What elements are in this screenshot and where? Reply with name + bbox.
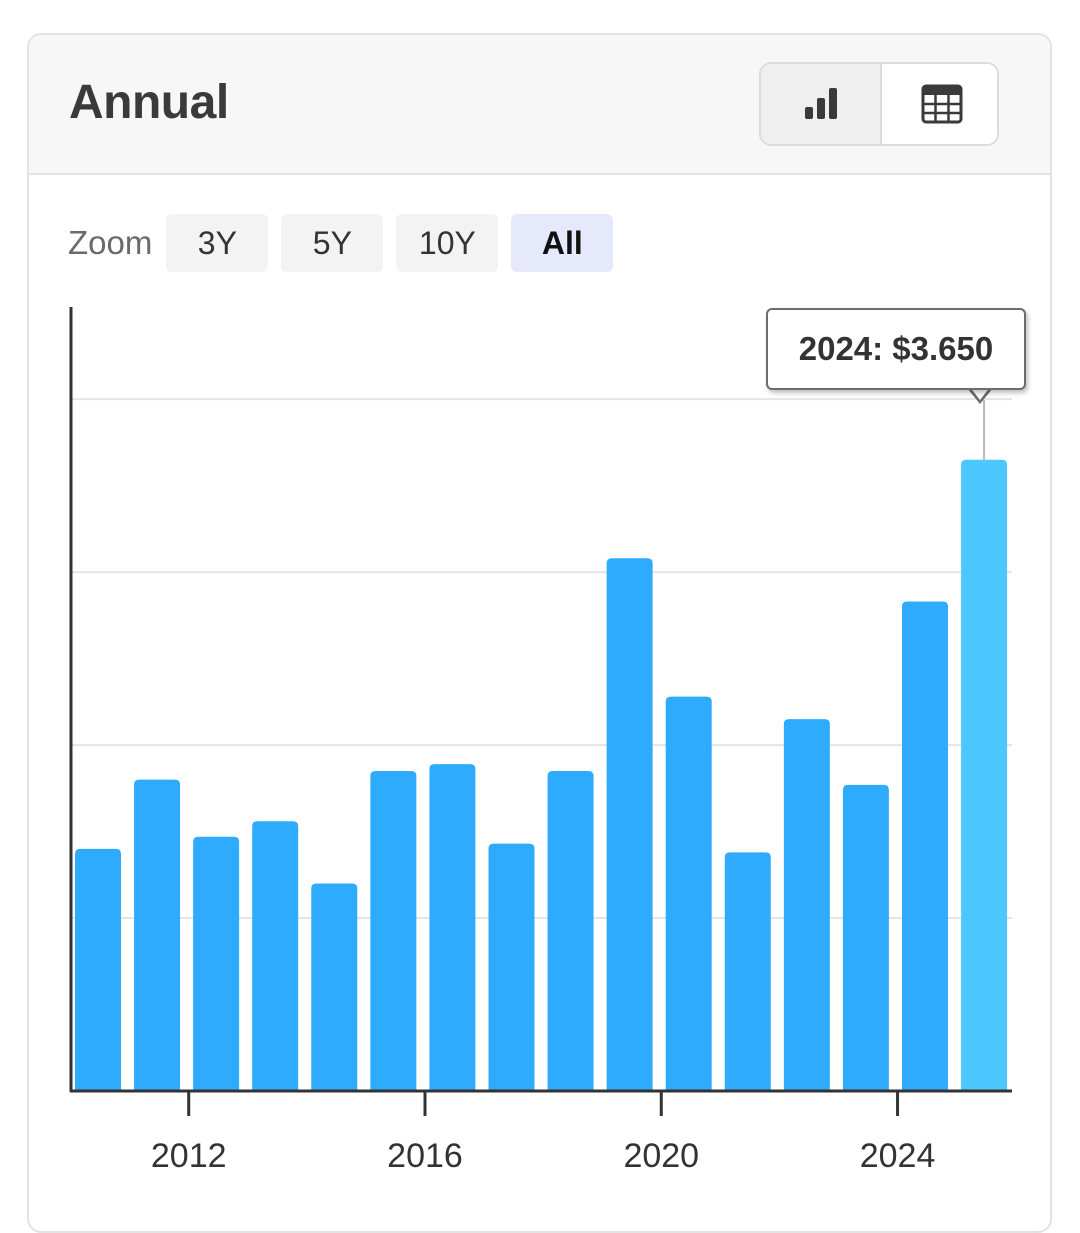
x-tick-label: 2024 <box>860 1137 936 1175</box>
x-tick-label: 2016 <box>387 1137 463 1175</box>
bar <box>606 558 653 1091</box>
bar <box>842 784 889 1091</box>
bar <box>370 771 417 1091</box>
x-tick-label: 2012 <box>151 1137 227 1175</box>
bar-chart: 2012 2016 2020 2024 <box>69 307 1012 1175</box>
bar <box>901 601 948 1091</box>
bar <box>724 852 771 1091</box>
bar <box>252 821 299 1091</box>
bar <box>75 848 121 1091</box>
bar <box>134 779 181 1091</box>
chart-tooltip: 2024: $3.650 <box>766 308 1026 390</box>
bar <box>665 696 712 1091</box>
bar <box>547 771 594 1091</box>
bar <box>783 719 830 1091</box>
bar <box>429 764 476 1091</box>
bar <box>961 459 1008 1091</box>
bar <box>488 843 535 1091</box>
bar <box>193 836 240 1091</box>
bar <box>311 883 358 1091</box>
x-tick-label: 2020 <box>623 1137 699 1175</box>
